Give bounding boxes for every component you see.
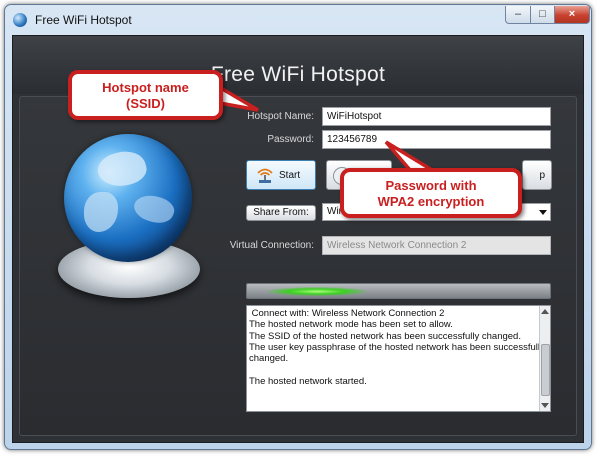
ssid-callout-line1: Hotspot name xyxy=(102,80,189,95)
help-button[interactable]: p xyxy=(522,160,552,190)
scroll-up-icon[interactable] xyxy=(541,309,549,314)
log-line: The hosted network mode has been set to … xyxy=(249,319,453,331)
scroll-down-icon[interactable] xyxy=(541,403,549,408)
wifi-icon xyxy=(257,168,273,183)
minimize-button[interactable]: – xyxy=(505,6,531,24)
dropdown-arrow-icon xyxy=(539,210,547,215)
log-content: Connect with: Wireless Network Connectio… xyxy=(247,308,545,387)
globe-icon xyxy=(64,134,192,262)
progress-glow xyxy=(267,287,367,296)
start-button[interactable]: Start xyxy=(246,160,316,190)
password-callout: Password with WPA2 encryption xyxy=(340,168,522,218)
log-line: The user key passphrase of the hosted ne… xyxy=(249,341,545,353)
start-label: Start xyxy=(279,170,301,181)
help-label: p xyxy=(539,170,545,181)
globe-illustration xyxy=(50,120,210,310)
log-line: changed. xyxy=(249,353,289,365)
virtual-connection-label: Virtual Connection: xyxy=(229,240,314,251)
app-globe-icon xyxy=(13,13,27,27)
virtual-connection-field xyxy=(322,236,551,255)
log-line: The SSID of the hosted network has been … xyxy=(249,330,521,342)
log-line: The hosted network started. xyxy=(249,375,367,387)
maximize-button[interactable]: □ xyxy=(530,6,555,24)
log-scrollbar[interactable] xyxy=(539,306,550,411)
ssid-callout-line2: (SSID) xyxy=(126,96,165,111)
log-line: Connect with: Wireless Network Connectio… xyxy=(249,308,445,319)
password-callout-line1: Password with xyxy=(385,178,477,193)
status-progress-bar xyxy=(246,283,551,299)
password-label: Password: xyxy=(267,134,314,145)
log-textarea[interactable]: Connect with: Wireless Network Connectio… xyxy=(246,305,551,412)
hotspot-name-input[interactable] xyxy=(322,107,551,126)
share-from-button[interactable]: Share From: xyxy=(246,205,316,221)
close-button[interactable]: × xyxy=(554,6,590,24)
ssid-callout: Hotspot name (SSID) xyxy=(68,70,223,120)
scroll-thumb[interactable] xyxy=(541,344,550,396)
title-bar[interactable]: Free WiFi Hotspot – □ × xyxy=(5,5,591,35)
window-title: Free WiFi Hotspot xyxy=(35,13,132,27)
password-callout-line2: WPA2 encryption xyxy=(377,194,485,209)
